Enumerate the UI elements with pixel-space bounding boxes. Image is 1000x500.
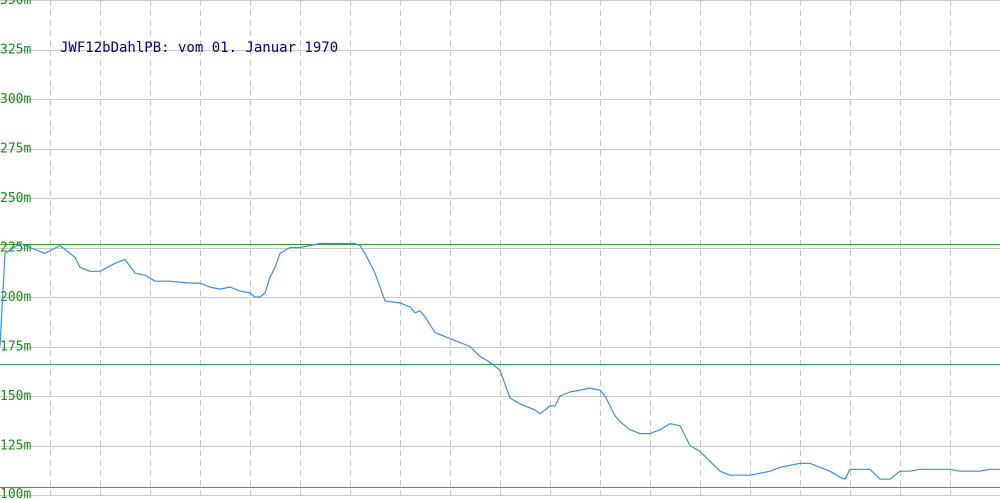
y-tick-label: 125m (0, 439, 31, 454)
y-axis: 100m125m150m175m200m225m250m275m300m325m… (0, 0, 31, 500)
y-tick-label: 100m (0, 487, 31, 500)
y-tick-label: 350m (0, 0, 31, 8)
grid (0, 0, 1000, 500)
y-tick-label: 275m (0, 142, 31, 157)
chart-title: JWF12bDahlPB: vom 01. Januar 1970 (60, 40, 338, 56)
y-tick-label: 250m (0, 191, 31, 206)
y-tick-label: 175m (0, 340, 31, 355)
line-chart: 100m125m150m175m200m225m250m275m300m325m… (0, 0, 1000, 500)
y-tick-label: 150m (0, 389, 31, 404)
y-tick-label: 300m (0, 92, 31, 107)
y-tick-label: 325m (0, 43, 31, 58)
y-tick-label: 200m (0, 290, 31, 305)
